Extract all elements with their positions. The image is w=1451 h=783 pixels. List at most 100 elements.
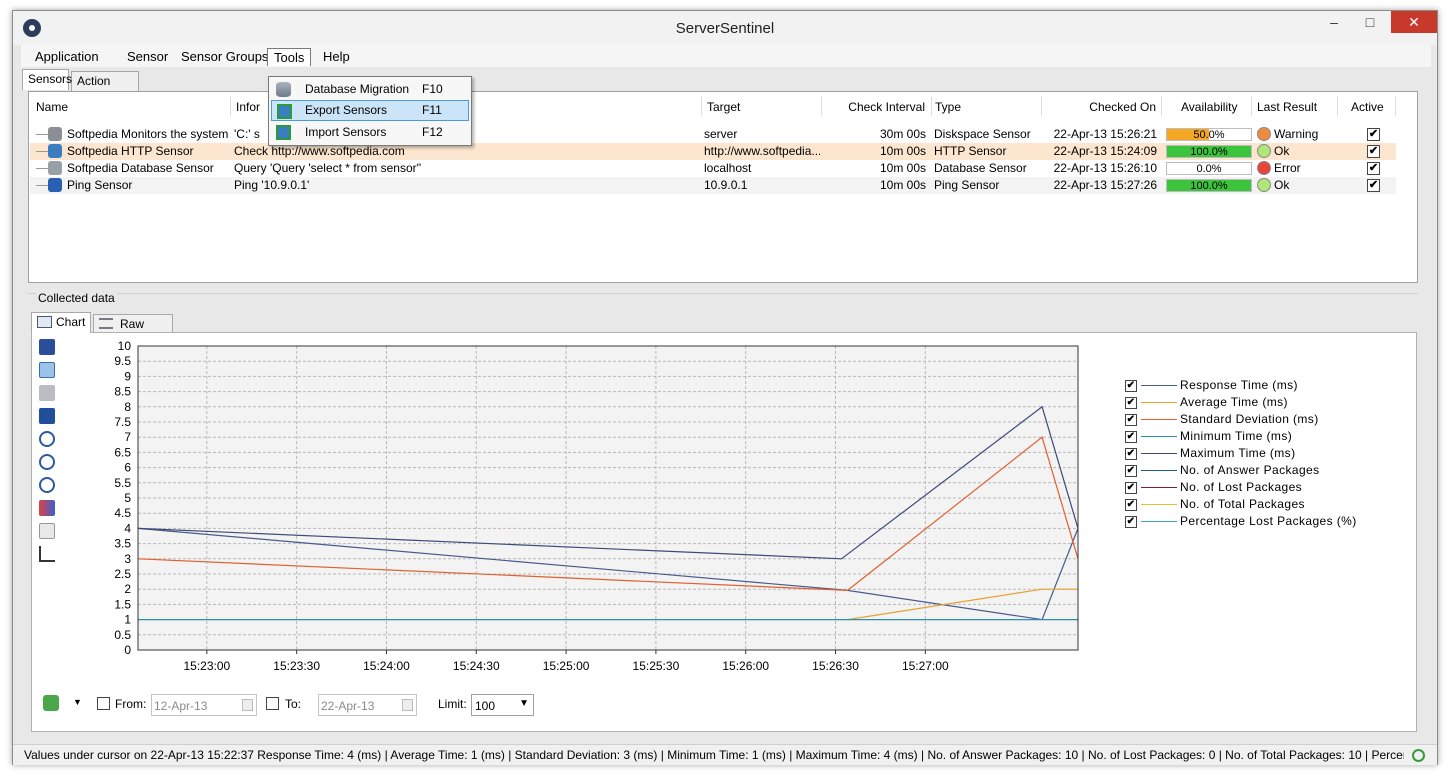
chart-panel: 0 0.5 1 1.5 2 2.5 3 3.5 4 4.5 5 5.5 6 6.5 7 7.5 8 8.5 9 9.5… (31, 332, 1417, 732)
availability-bar: 0.0% (1166, 162, 1252, 175)
maximize-button[interactable]: □ (1355, 11, 1385, 33)
table-row[interactable]: Ping Sensor Ping '10.9.0.1' 10.9.0.1 10m 00… (30, 177, 1396, 194)
filter-bar: ▼ From: 12-Apr-13 To: 22-Apr-13 Limit: 1… (29, 694, 1419, 723)
minimize-button[interactable]: – (1319, 11, 1349, 33)
limit-select[interactable]: 100 ▼ (471, 694, 534, 716)
to-checkbox[interactable] (266, 697, 279, 710)
legend-checkbox[interactable]: ✔ (1125, 431, 1137, 443)
legend-swatch (1141, 521, 1177, 522)
export-icon (277, 104, 292, 119)
menu-bar: Application Sensor Sensor Groups Tools H… (21, 45, 1431, 67)
legend-checkbox[interactable]: ✔ (1125, 448, 1137, 460)
active-checkbox[interactable]: ✔ (1367, 128, 1380, 141)
cell-last-result: Error (1274, 161, 1301, 175)
col-active[interactable]: Active (1351, 98, 1401, 116)
cell-name: Softpedia HTTP Sensor (67, 144, 194, 158)
menu-sensor[interactable]: Sensor (121, 48, 174, 66)
cell-checked-on: 22-Apr-13 15:27:26 (1053, 178, 1157, 192)
status-lamp-icon (1257, 127, 1271, 141)
legend-swatch (1141, 402, 1177, 403)
from-label: From: (115, 697, 147, 711)
y-tick-label: 7 (124, 430, 131, 444)
cell-target: http://www.softpedia.... (704, 144, 820, 158)
tab-sensors[interactable]: Sensors (22, 69, 72, 90)
cell-target: localhost (704, 161, 752, 175)
calendar-icon[interactable] (242, 699, 253, 711)
from-date-field[interactable]: 12-Apr-13 (151, 694, 257, 716)
legend-checkbox[interactable]: ✔ (1125, 516, 1137, 528)
table-row[interactable]: Softpedia Database Sensor Query 'Query 's… (30, 160, 1396, 177)
legend-checkbox[interactable]: ✔ (1125, 482, 1137, 494)
cell-name: Softpedia Monitors the system p... (67, 127, 229, 141)
availability-bar: 100.0% (1166, 145, 1252, 158)
y-tick-label: 3 (124, 552, 131, 566)
menu-sensor-groups[interactable]: Sensor Groups (175, 48, 274, 66)
limit-label: Limit: (438, 697, 467, 711)
close-button[interactable]: ✕ (1391, 11, 1437, 33)
col-info[interactable]: Infor (236, 98, 266, 116)
col-availability[interactable]: Availability (1181, 98, 1261, 116)
menu-item-import-sensors[interactable]: Import Sensors F12 (271, 122, 469, 143)
col-name[interactable]: Name (36, 98, 226, 116)
legend-swatch (1141, 487, 1177, 488)
y-tick-label: 10 (118, 339, 132, 353)
availability-bar: 50.0% (1166, 128, 1252, 141)
from-checkbox[interactable] (97, 697, 110, 710)
cell-type: HTTP Sensor (934, 144, 1007, 158)
legend-label: Response Time (ms) (1180, 378, 1298, 392)
legend-checkbox[interactable]: ✔ (1125, 499, 1137, 511)
menu-item-database-migration[interactable]: Database Migration F10 (271, 79, 469, 100)
legend-label: Average Time (ms) (1180, 395, 1288, 409)
y-tick-label: 5.5 (114, 476, 131, 490)
availability-bar: 100.0% (1166, 179, 1252, 192)
active-checkbox[interactable]: ✔ (1367, 145, 1380, 158)
col-type[interactable]: Type (935, 98, 1035, 116)
calendar-icon[interactable] (402, 699, 413, 711)
legend-checkbox[interactable]: ✔ (1125, 380, 1137, 392)
menu-item-export-sensors[interactable]: Export Sensors F11 (271, 100, 469, 121)
legend-swatch (1141, 436, 1177, 437)
tab-chart[interactable]: Chart (31, 312, 91, 333)
cell-last-result: Ok (1274, 178, 1290, 192)
tab-raw-data[interactable]: Raw Data (93, 314, 173, 349)
cell-type: Diskspace Sensor (934, 127, 1031, 141)
legend-checkbox[interactable]: ✔ (1125, 414, 1137, 426)
to-date-field[interactable]: 22-Apr-13 (318, 694, 417, 716)
cell-info: Ping '10.9.0.1' (234, 178, 310, 192)
col-check-interval[interactable]: Check Interval (827, 98, 925, 116)
cell-info: Check http://www.softpedia.com (234, 144, 405, 158)
cell-info: Query 'Query 'select * from sensor'' (234, 161, 422, 175)
legend-checkbox[interactable]: ✔ (1125, 397, 1137, 409)
table-row[interactable]: Softpedia HTTP Sensor Check http://www.so… (30, 143, 1396, 160)
y-tick-label: 4.5 (114, 506, 131, 520)
col-last-result[interactable]: Last Result (1257, 98, 1337, 116)
status-indicator-icon (1412, 749, 1425, 762)
legend-label: Percentage Lost Packages (%) (1180, 514, 1357, 528)
cell-interval: 30m 00s (879, 127, 926, 141)
col-target[interactable]: Target (707, 98, 817, 116)
active-checkbox[interactable]: ✔ (1367, 162, 1380, 175)
y-tick-label: 8.5 (114, 385, 131, 399)
globe-icon (48, 144, 62, 158)
legend-label: Maximum Time (ms) (1180, 446, 1296, 460)
y-tick-label: 4 (124, 521, 131, 535)
table-row[interactable]: Softpedia Monitors the system p...'C:' s… (30, 126, 1396, 143)
y-tick-label: 2 (124, 582, 131, 596)
refresh-icon[interactable] (43, 695, 59, 711)
x-tick-label: 15:23:30 (273, 659, 320, 673)
legend-checkbox[interactable]: ✔ (1125, 465, 1137, 477)
col-checked-on[interactable]: Checked On (1045, 98, 1156, 116)
menu-application[interactable]: Application (29, 48, 105, 66)
y-tick-label: 0.5 (114, 628, 131, 642)
menu-tools[interactable]: Tools (267, 48, 312, 66)
active-checkbox[interactable]: ✔ (1367, 179, 1380, 192)
menu-help[interactable]: Help (317, 48, 356, 66)
legend-swatch (1141, 385, 1177, 386)
cell-checked-on: 22-Apr-13 15:26:10 (1053, 161, 1157, 175)
sensor-table: Name Infor Target Check Interval Type Ch… (28, 91, 1418, 283)
database-icon (48, 161, 62, 175)
chart-tab-icon (37, 316, 52, 328)
tab-action-log[interactable]: Action Log (71, 71, 139, 106)
x-tick-label: 15:27:00 (902, 659, 949, 673)
dropdown-arrow-icon[interactable]: ▼ (73, 697, 82, 707)
